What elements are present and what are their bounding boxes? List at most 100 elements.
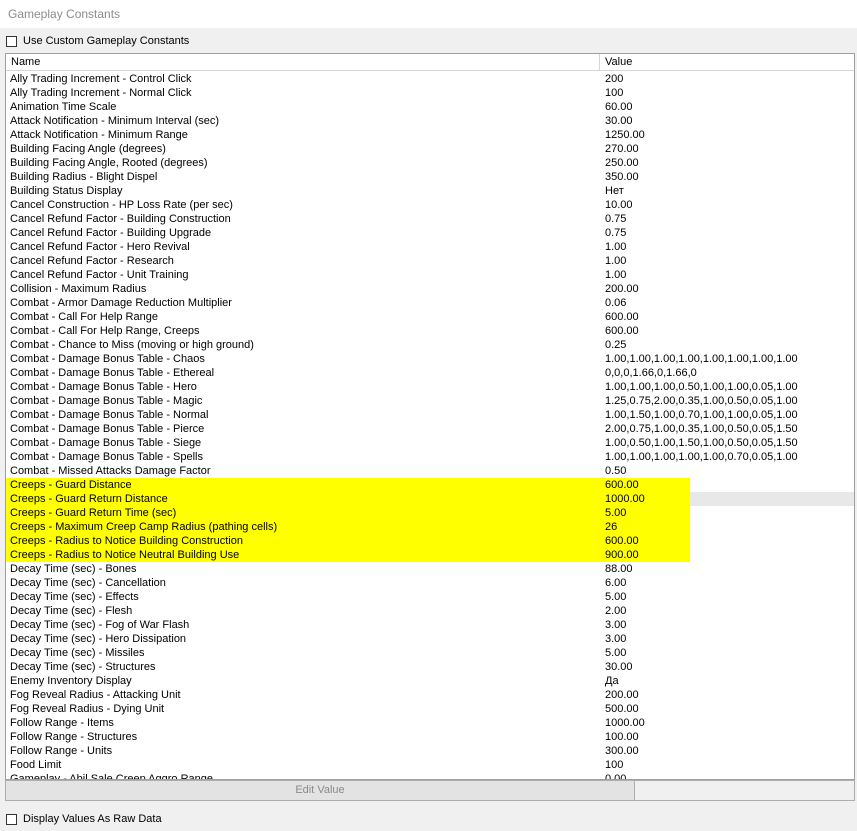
table-row[interactable]: Combat - Call For Help Range, Creeps 600.… (6, 324, 854, 338)
table-row[interactable]: Combat - Damage Bonus Table - Spells 1.00… (6, 450, 854, 464)
table-row[interactable]: Combat - Damage Bonus Table - Hero 1.00,1… (6, 380, 854, 394)
table-row[interactable]: Creeps - Guard Return Time (sec) 5.00 (6, 506, 854, 520)
table-row[interactable]: Collision - Maximum Radius 200.00 (6, 282, 854, 296)
table-row[interactable]: Building Facing Angle (degrees) 270.00 (6, 142, 854, 156)
table-row[interactable]: Building Facing Angle, Rooted (degrees) 2… (6, 156, 854, 170)
row-value: 600.00 (605, 479, 639, 491)
row-name: Gameplay - Abil Sale Creep Aggro Range (10, 773, 214, 780)
row-name: Animation Time Scale (10, 101, 117, 113)
row-name: Attack Notification - Minimum Range (10, 129, 188, 141)
table-row[interactable]: Creeps - Guard Distance 600.00 (6, 478, 854, 492)
row-value: 30.00 (605, 115, 633, 127)
table-row[interactable]: Building Radius - Blight Dispel 350.00 (6, 170, 854, 184)
row-name: Combat - Chance to Miss (moving or high … (10, 339, 254, 351)
table-row[interactable]: Decay Time (sec) - Fog of War Flash 3.00 (6, 618, 854, 632)
table-row[interactable]: Cancel Refund Factor - Building Construc… (6, 212, 854, 226)
table-row[interactable]: Combat - Damage Bonus Table - Pierce 2.00… (6, 422, 854, 436)
window-title: Gameplay Constants (8, 7, 121, 21)
row-name: Combat - Damage Bonus Table - Ethereal (10, 367, 215, 379)
row-value: 1.00 (605, 241, 627, 253)
row-value: 2.00,0.75,1.00,0.35,1.00,0.50,0.05,1.50 (605, 423, 798, 435)
table-row[interactable]: Combat - Armor Damage Reduction Multipli… (6, 296, 854, 310)
row-value: 10.00 (605, 199, 633, 211)
table-row[interactable]: Combat - Damage Bonus Table - Magic 1.25,… (6, 394, 854, 408)
row-name: Combat - Damage Bonus Table - Chaos (10, 353, 205, 365)
table-row[interactable]: Food Limit 100 (6, 758, 854, 772)
table-row[interactable]: Cancel Construction - HP Loss Rate (per … (6, 198, 854, 212)
checkbox-box[interactable] (6, 813, 17, 825)
row-value: 0.06 (605, 297, 627, 309)
row-value: 3.00 (605, 619, 627, 631)
use-custom-constants-checkbox[interactable]: Use Custom Gameplay Constants (6, 33, 189, 49)
row-name: Cancel Refund Factor - Building Construc… (10, 213, 231, 225)
row-name: Ally Trading Increment - Normal Click (10, 87, 192, 99)
column-header-value[interactable]: Value (600, 54, 854, 70)
window-titlebar: Gameplay Constants (0, 0, 857, 28)
row-name: Follow Range - Items (10, 717, 114, 729)
table-row[interactable]: Attack Notification - Minimum Interval (… (6, 114, 854, 128)
row-value: 5.00 (605, 647, 627, 659)
list-header: Name Value (6, 54, 854, 71)
row-name: Cancel Refund Factor - Hero Revival (10, 241, 190, 253)
row-name: Fog Reveal Radius - Dying Unit (10, 703, 165, 715)
row-value: 1.25,0.75,2.00,0.35,1.00,0.50,0.05,1.00 (605, 395, 798, 407)
table-row[interactable]: Combat - Missed Attacks Damage Factor 0.5… (6, 464, 854, 478)
table-row[interactable]: Ally Trading Increment - Control Click 20… (6, 72, 854, 86)
table-row[interactable]: Enemy Inventory Display Да (6, 674, 854, 688)
table-row[interactable]: Decay Time (sec) - Bones 88.00 (6, 562, 854, 576)
table-row[interactable]: Building Status Display Нет (6, 184, 854, 198)
table-row[interactable]: Follow Range - Units 300.00 (6, 744, 854, 758)
column-header-name[interactable]: Name (6, 54, 600, 70)
row-value: 350.00 (605, 171, 639, 183)
edit-value-field (635, 780, 855, 801)
table-row[interactable]: Animation Time Scale 60.00 (6, 100, 854, 114)
table-row[interactable]: Creeps - Guard Return Distance 1000.00 (6, 492, 854, 506)
row-value: 1.00 (605, 255, 627, 267)
row-name: Building Facing Angle (degrees) (10, 143, 166, 155)
table-row[interactable]: Cancel Refund Factor - Building Upgrade 0… (6, 226, 854, 240)
table-row[interactable]: Decay Time (sec) - Flesh 2.00 (6, 604, 854, 618)
table-row[interactable]: Combat - Damage Bonus Table - Chaos 1.00,… (6, 352, 854, 366)
row-name: Follow Range - Units (10, 745, 113, 757)
row-name: Attack Notification - Minimum Interval (… (10, 115, 220, 127)
table-row[interactable]: Combat - Damage Bonus Table - Siege 1.00,… (6, 436, 854, 450)
table-row[interactable]: Follow Range - Items 1000.00 (6, 716, 854, 730)
table-row[interactable]: Creeps - Radius to Notice Neutral Buildi… (6, 548, 854, 562)
row-value: 1.00,0.50,1.00,1.50,1.00,0.50,0.05,1.50 (605, 437, 798, 449)
table-row[interactable]: Decay Time (sec) - Structures 30.00 (6, 660, 854, 674)
table-row[interactable]: Cancel Refund Factor - Hero Revival 1.00 (6, 240, 854, 254)
table-row[interactable]: Decay Time (sec) - Missiles 5.00 (6, 646, 854, 660)
table-row[interactable]: Follow Range - Structures 100.00 (6, 730, 854, 744)
raw-data-checkbox[interactable]: Display Values As Raw Data (6, 811, 162, 827)
use-custom-constants-label: Use Custom Gameplay Constants (23, 35, 190, 47)
row-value: Да (605, 675, 619, 687)
table-row[interactable]: Attack Notification - Minimum Range 1250.… (6, 128, 854, 142)
table-row[interactable]: Creeps - Maximum Creep Camp Radius (path… (6, 520, 854, 534)
edit-value-button[interactable]: Edit Value (5, 780, 635, 801)
table-row[interactable]: Creeps - Radius to Notice Building Const… (6, 534, 854, 548)
row-name: Follow Range - Structures (10, 731, 138, 743)
table-row[interactable]: Decay Time (sec) - Effects 5.00 (6, 590, 854, 604)
row-name: Creeps - Maximum Creep Camp Radius (path… (10, 521, 278, 533)
row-name: Cancel Refund Factor - Unit Training (10, 269, 189, 281)
table-row[interactable]: Fog Reveal Radius - Attacking Unit 200.00 (6, 688, 854, 702)
row-name: Cancel Refund Factor - Research (10, 255, 174, 267)
table-row[interactable]: Ally Trading Increment - Normal Click 100 (6, 86, 854, 100)
table-row[interactable]: Fog Reveal Radius - Dying Unit 500.00 (6, 702, 854, 716)
table-row[interactable]: Combat - Call For Help Range 600.00 (6, 310, 854, 324)
table-row[interactable]: Gameplay - Abil Sale Creep Aggro Range 0.… (6, 772, 854, 780)
row-name: Decay Time (sec) - Effects (10, 591, 139, 603)
row-value: 1000.00 (605, 717, 645, 729)
table-row[interactable]: Combat - Damage Bonus Table - Ethereal 0,… (6, 366, 854, 380)
table-row[interactable]: Combat - Chance to Miss (moving or high … (6, 338, 854, 352)
table-row[interactable]: Decay Time (sec) - Hero Dissipation 3.00 (6, 632, 854, 646)
table-row[interactable]: Decay Time (sec) - Cancellation 6.00 (6, 576, 854, 590)
table-row[interactable]: Cancel Refund Factor - Research 1.00 (6, 254, 854, 268)
checkbox-box[interactable] (6, 35, 17, 47)
table-row[interactable]: Combat - Damage Bonus Table - Normal 1.00… (6, 408, 854, 422)
row-name: Enemy Inventory Display (10, 675, 132, 687)
row-value: 0.25 (605, 339, 627, 351)
table-row[interactable]: Cancel Refund Factor - Unit Training 1.00 (6, 268, 854, 282)
row-name: Collision - Maximum Radius (10, 283, 147, 295)
constants-list[interactable]: Name Value Ally Trading Increment - Cont… (5, 53, 855, 780)
